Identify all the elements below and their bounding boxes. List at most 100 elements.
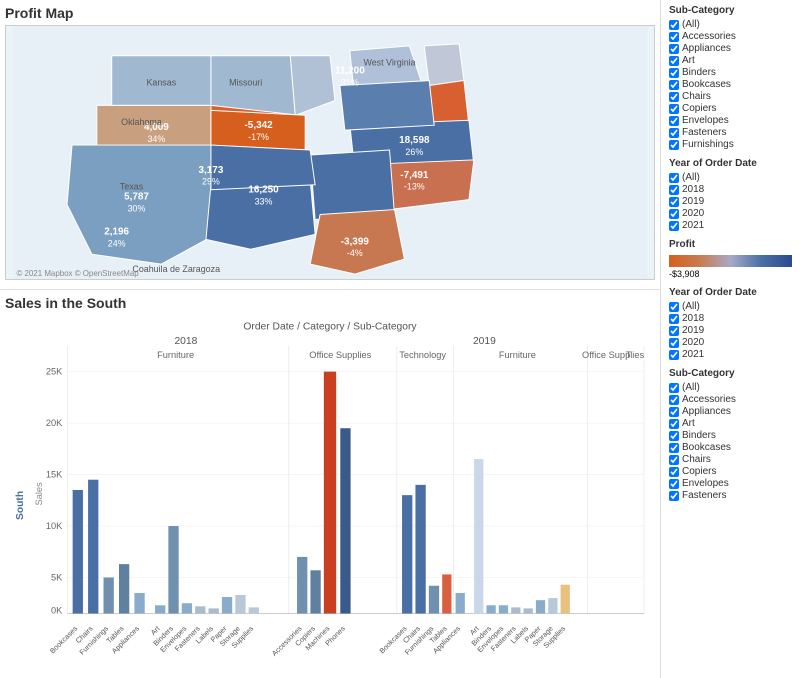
checkbox-2019-bottom[interactable] <box>669 326 679 336</box>
year-2021-bottom: 2021 <box>669 349 792 360</box>
right-panel: Sub-Category (All) Accessories Appliance… <box>660 0 800 678</box>
filter-label-accessories-bottom: Accessories <box>682 394 736 405</box>
filter-label-bookcases-bottom: Bookcases <box>682 442 731 453</box>
year-label-2019-top: 2019 <box>682 196 704 207</box>
checkbox-envelopes-bottom[interactable] <box>669 479 679 489</box>
checkbox-accessories-bottom[interactable] <box>669 395 679 405</box>
filter-item-bookcases-bottom: Bookcases <box>669 442 792 453</box>
checkbox-art[interactable] <box>669 56 679 66</box>
year-label-2021-top: 2021 <box>682 220 704 231</box>
checkbox-appliances-top[interactable] <box>669 44 679 54</box>
profit-min-label: -$3,908 <box>669 269 700 279</box>
filter-item-art-bottom: Art <box>669 418 792 429</box>
checkbox-2020-top[interactable] <box>669 209 679 219</box>
svg-text:Coahuila de Zaragoza: Coahuila de Zaragoza <box>132 264 220 274</box>
svg-text:Furniture: Furniture <box>499 350 536 360</box>
filter-label-appliances-top: Appliances <box>682 43 731 54</box>
year-title-bottom: Year of Order Date <box>669 287 792 298</box>
sub-category-filter-bottom: Sub-Category (All) Accessories Appliance… <box>669 368 792 501</box>
filter-label-all-top: (All) <box>682 19 700 30</box>
svg-text:-17%: -17% <box>248 132 269 142</box>
left-panel: Profit Map <box>0 0 660 678</box>
checkbox-bookcases-top[interactable] <box>669 80 679 90</box>
filter-item-copiers: Copiers <box>669 103 792 114</box>
svg-text:30%: 30% <box>128 204 146 214</box>
filter-label-bookcases-top: Bookcases <box>682 79 731 90</box>
filter-label-chairs-bottom: Chairs <box>682 454 711 465</box>
checkbox-appliances-bottom[interactable] <box>669 407 679 417</box>
filter-label-furnishings: Furnishings <box>682 139 734 150</box>
year-2019-bottom: 2019 <box>669 325 792 336</box>
filter-label-fasteners: Fasteners <box>682 127 726 138</box>
map-section: Profit Map <box>0 0 660 290</box>
checkbox-bookcases-bottom[interactable] <box>669 443 679 453</box>
checkbox-2018-bottom[interactable] <box>669 314 679 324</box>
filter-item-furnishings: Furnishings <box>669 139 792 150</box>
checkbox-2020-bottom[interactable] <box>669 338 679 348</box>
filter-item-fasteners: Fasteners <box>669 127 792 138</box>
svg-text:South: South <box>15 491 26 520</box>
checkbox-year-all-bottom[interactable] <box>669 302 679 312</box>
profit-gradient <box>669 255 792 267</box>
svg-text:29%: 29% <box>202 177 220 187</box>
svg-text:-4%: -4% <box>347 248 363 258</box>
svg-text:34%: 34% <box>147 134 165 144</box>
checkbox-fasteners-bottom[interactable] <box>669 491 679 501</box>
filter-item-envelopes: Envelopes <box>669 115 792 126</box>
svg-text:-13%: -13% <box>404 182 425 192</box>
svg-text:31%: 31% <box>341 78 359 88</box>
chart-container: Order Date / Category / Sub-Category 201… <box>5 315 655 665</box>
svg-text:20K: 20K <box>46 418 63 428</box>
svg-text:Technology: Technology <box>399 350 446 360</box>
year-all-top: (All) <box>669 172 792 183</box>
checkbox-year-all-top[interactable] <box>669 173 679 183</box>
filter-label-copiers-bottom: Copiers <box>682 466 716 477</box>
checkbox-2021-top[interactable] <box>669 221 679 231</box>
filter-item-fasteners-bottom: Fasteners <box>669 490 792 501</box>
profit-section: Profit -$3,908 <box>669 239 792 279</box>
filter-item-appliances-top: Appliances <box>669 43 792 54</box>
svg-text:Sales: Sales <box>34 482 44 506</box>
map-svg: 11,200 31% 18,598 26% -5,342 -17% -7,491… <box>6 26 654 279</box>
filter-item-bookcases-top: Bookcases <box>669 79 792 90</box>
svg-text:-3,399: -3,399 <box>341 236 370 247</box>
svg-text:24%: 24% <box>108 238 126 248</box>
checkbox-copiers-bottom[interactable] <box>669 467 679 477</box>
svg-text:2018: 2018 <box>174 336 197 347</box>
chart-svg: Order Date / Category / Sub-Category 201… <box>5 315 655 665</box>
checkbox-2018-top[interactable] <box>669 185 679 195</box>
checkbox-chairs-bottom[interactable] <box>669 455 679 465</box>
filter-label-envelopes: Envelopes <box>682 115 729 126</box>
checkbox-2021-bottom[interactable] <box>669 350 679 360</box>
svg-text:3,173: 3,173 <box>199 165 224 176</box>
checkbox-all-bottom[interactable] <box>669 383 679 393</box>
checkbox-binders[interactable] <box>669 68 679 78</box>
svg-text:-5,342: -5,342 <box>245 120 274 131</box>
checkbox-fasteners[interactable] <box>669 128 679 138</box>
filter-label-chairs-top: Chairs <box>682 91 711 102</box>
svg-text:18,598: 18,598 <box>399 135 430 146</box>
svg-text:10K: 10K <box>46 521 63 531</box>
svg-text:Texas: Texas <box>120 182 144 192</box>
year-label-2018-bottom: 2018 <box>682 313 704 324</box>
svg-text:Kansas: Kansas <box>146 78 176 88</box>
checkbox-art-bottom[interactable] <box>669 419 679 429</box>
checkbox-copiers[interactable] <box>669 104 679 114</box>
year-label-2020-bottom: 2020 <box>682 337 704 348</box>
checkbox-envelopes[interactable] <box>669 116 679 126</box>
checkbox-furnishings[interactable] <box>669 140 679 150</box>
svg-text:26%: 26% <box>405 147 423 157</box>
year-filter-top: Year of Order Date (All) 2018 2019 2020 … <box>669 158 792 231</box>
year-filter-bottom: Year of Order Date (All) 2018 2019 2020 … <box>669 287 792 360</box>
checkbox-2019-top[interactable] <box>669 197 679 207</box>
checkbox-chairs-top[interactable] <box>669 92 679 102</box>
svg-text:5K: 5K <box>51 573 63 583</box>
svg-text:25K: 25K <box>46 367 63 377</box>
checkbox-accessories[interactable] <box>669 32 679 42</box>
checkbox-all-top[interactable] <box>669 20 679 30</box>
sub-category-title-top: Sub-Category <box>669 5 792 16</box>
svg-text:11,200: 11,200 <box>335 66 365 77</box>
checkbox-binders-bottom[interactable] <box>669 431 679 441</box>
svg-text:Oklahoma: Oklahoma <box>121 117 162 127</box>
svg-text:2019: 2019 <box>473 336 496 347</box>
